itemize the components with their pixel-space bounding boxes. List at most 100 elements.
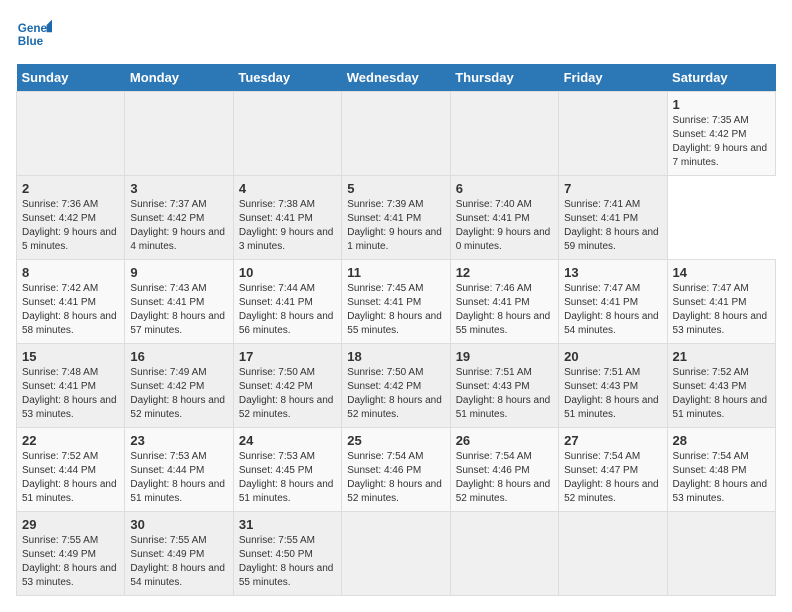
header-wednesday: Wednesday xyxy=(342,64,450,92)
day-info: Sunrise: 7:45 AMSunset: 4:41 PMDaylight:… xyxy=(347,282,444,338)
header-monday: Monday xyxy=(125,64,233,92)
day-number: 11 xyxy=(347,265,444,280)
calendar-cell xyxy=(450,512,558,596)
day-info: Sunrise: 7:54 AMSunset: 4:46 PMDaylight:… xyxy=(456,450,553,506)
day-info: Sunrise: 7:51 AMSunset: 4:43 PMDaylight:… xyxy=(564,366,661,422)
day-number: 28 xyxy=(673,433,770,448)
day-info: Sunrise: 7:49 AMSunset: 4:42 PMDaylight:… xyxy=(130,366,227,422)
day-number: 2 xyxy=(22,181,119,196)
day-number: 10 xyxy=(239,265,336,280)
svg-text:Blue: Blue xyxy=(18,35,44,48)
calendar-cell: 18 Sunrise: 7:50 AMSunset: 4:42 PMDayligh… xyxy=(342,344,450,428)
day-info: Sunrise: 7:54 AMSunset: 4:47 PMDaylight:… xyxy=(564,450,661,506)
calendar-cell: 26Sunrise: 7:54 AMSunset: 4:46 PMDayligh… xyxy=(450,428,558,512)
calendar-cell: 17Sunrise: 7:50 AMSunset: 4:42 PMDayligh… xyxy=(233,344,341,428)
day-info: Sunrise: 7:43 AMSunset: 4:41 PMDaylight:… xyxy=(130,282,227,338)
day-info: Sunrise: 7:40 AMSunset: 4:41 PMDaylight:… xyxy=(456,198,553,254)
day-info: Sunrise: 7:44 AMSunset: 4:41 PMDaylight:… xyxy=(239,282,336,338)
day-info: Sunrise: 7:55 AMSunset: 4:50 PMDaylight:… xyxy=(239,534,336,590)
day-number: 18 xyxy=(347,349,444,364)
day-number: 5 xyxy=(347,181,444,196)
calendar-cell: 21 Sunrise: 7:52 AMSunset: 4:43 PMDayligh… xyxy=(667,344,775,428)
calendar-cell: 3 Sunrise: 7:37 AMSunset: 4:42 PMDaylight… xyxy=(125,176,233,260)
calendar-cell: 6Sunrise: 7:40 AMSunset: 4:41 PMDaylight… xyxy=(450,176,558,260)
calendar-cell xyxy=(667,512,775,596)
calendar-cell: 13Sunrise: 7:47 AMSunset: 4:41 PMDayligh… xyxy=(559,260,667,344)
calendar-cell: 9 Sunrise: 7:43 AMSunset: 4:41 PMDaylight… xyxy=(125,260,233,344)
calendar-cell: 24 Sunrise: 7:53 AMSunset: 4:45 PMDayligh… xyxy=(233,428,341,512)
day-info: Sunrise: 7:50 AMSunset: 4:42 PMDaylight:… xyxy=(347,366,444,422)
day-number: 24 xyxy=(239,433,336,448)
day-info: Sunrise: 7:51 AMSunset: 4:43 PMDaylight:… xyxy=(456,366,553,422)
week-row-5: 29 Sunrise: 7:55 AMSunset: 4:49 PMDayligh… xyxy=(17,512,776,596)
day-info: Sunrise: 7:54 AMSunset: 4:48 PMDaylight:… xyxy=(673,450,770,506)
day-number: 9 xyxy=(130,265,227,280)
day-info: Sunrise: 7:52 AMSunset: 4:44 PMDaylight:… xyxy=(22,450,119,506)
day-number: 29 xyxy=(22,517,119,532)
calendar-cell: 27Sunrise: 7:54 AMSunset: 4:47 PMDayligh… xyxy=(559,428,667,512)
day-info: Sunrise: 7:52 AMSunset: 4:43 PMDaylight:… xyxy=(673,366,770,422)
day-number: 14 xyxy=(673,265,770,280)
calendar-cell xyxy=(233,92,341,176)
calendar-cell: 2 Sunrise: 7:36 AMSunset: 4:42 PMDaylight… xyxy=(17,176,125,260)
day-info: Sunrise: 7:48 AMSunset: 4:41 PMDaylight:… xyxy=(22,366,119,422)
header-thursday: Thursday xyxy=(450,64,558,92)
header-saturday: Saturday xyxy=(667,64,775,92)
day-number: 17 xyxy=(239,349,336,364)
day-number: 13 xyxy=(564,265,661,280)
day-info: Sunrise: 7:38 AMSunset: 4:41 PMDaylight:… xyxy=(239,198,336,254)
week-row-3: 15 Sunrise: 7:48 AMSunset: 4:41 PMDayligh… xyxy=(17,344,776,428)
day-number: 16 xyxy=(130,349,227,364)
calendar-cell: 1Sunrise: 7:35 AMSunset: 4:42 PMDaylight… xyxy=(667,92,775,176)
day-number: 4 xyxy=(239,181,336,196)
calendar-cell: 4 Sunrise: 7:38 AMSunset: 4:41 PMDaylight… xyxy=(233,176,341,260)
calendar-cell: 12Sunrise: 7:46 AMSunset: 4:41 PMDayligh… xyxy=(450,260,558,344)
calendar-table: SundayMondayTuesdayWednesdayThursdayFrid… xyxy=(16,64,776,596)
day-number: 19 xyxy=(456,349,553,364)
calendar-cell: 5 Sunrise: 7:39 AMSunset: 4:41 PMDaylight… xyxy=(342,176,450,260)
calendar-cell: 31Sunrise: 7:55 AMSunset: 4:50 PMDayligh… xyxy=(233,512,341,596)
calendar-cell xyxy=(450,92,558,176)
day-info: Sunrise: 7:36 AMSunset: 4:42 PMDaylight:… xyxy=(22,198,119,254)
header-friday: Friday xyxy=(559,64,667,92)
calendar-cell: 15 Sunrise: 7:48 AMSunset: 4:41 PMDayligh… xyxy=(17,344,125,428)
calendar-cell xyxy=(342,92,450,176)
calendar-cell xyxy=(17,92,125,176)
calendar-cell: 19 Sunrise: 7:51 AMSunset: 4:43 PMDayligh… xyxy=(450,344,558,428)
calendar-cell xyxy=(559,512,667,596)
day-info: Sunrise: 7:35 AMSunset: 4:42 PMDaylight:… xyxy=(673,114,770,170)
calendar-cell xyxy=(342,512,450,596)
week-row-4: 22Sunrise: 7:52 AMSunset: 4:44 PMDayligh… xyxy=(17,428,776,512)
calendar-cell: 7 Sunrise: 7:41 AMSunset: 4:41 PMDaylight… xyxy=(559,176,667,260)
calendar-cell: 30 Sunrise: 7:55 AMSunset: 4:49 PMDayligh… xyxy=(125,512,233,596)
calendar-cell: 25 Sunrise: 7:54 AMSunset: 4:46 PMDayligh… xyxy=(342,428,450,512)
calendar-cell: 29Sunrise: 7:55 AMSunset: 4:49 PMDayligh… xyxy=(17,512,125,596)
calendar-cell: 20 Sunrise: 7:51 AMSunset: 4:43 PMDayligh… xyxy=(559,344,667,428)
calendar-cell: 8Sunrise: 7:42 AMSunset: 4:41 PMDaylight… xyxy=(17,260,125,344)
day-number: 7 xyxy=(564,181,661,196)
calendar-cell: 23 Sunrise: 7:53 AMSunset: 4:44 PMDayligh… xyxy=(125,428,233,512)
day-number: 3 xyxy=(130,181,227,196)
day-info: Sunrise: 7:41 AMSunset: 4:41 PMDaylight:… xyxy=(564,198,661,254)
day-number: 15 xyxy=(22,349,119,364)
week-row-2: 8Sunrise: 7:42 AMSunset: 4:41 PMDaylight… xyxy=(17,260,776,344)
day-number: 23 xyxy=(130,433,227,448)
page-header: General Blue xyxy=(16,16,776,52)
header-sunday: Sunday xyxy=(17,64,125,92)
week-row-1: 2 Sunrise: 7:36 AMSunset: 4:42 PMDaylight… xyxy=(17,176,776,260)
logo-icon: General Blue xyxy=(16,16,52,52)
day-info: Sunrise: 7:53 AMSunset: 4:45 PMDaylight:… xyxy=(239,450,336,506)
day-info: Sunrise: 7:55 AMSunset: 4:49 PMDaylight:… xyxy=(130,534,227,590)
day-info: Sunrise: 7:54 AMSunset: 4:46 PMDaylight:… xyxy=(347,450,444,506)
day-number: 20 xyxy=(564,349,661,364)
week-row-0: 1Sunrise: 7:35 AMSunset: 4:42 PMDaylight… xyxy=(17,92,776,176)
day-number: 30 xyxy=(130,517,227,532)
day-number: 21 xyxy=(673,349,770,364)
day-info: Sunrise: 7:53 AMSunset: 4:44 PMDaylight:… xyxy=(130,450,227,506)
day-info: Sunrise: 7:37 AMSunset: 4:42 PMDaylight:… xyxy=(130,198,227,254)
day-number: 25 xyxy=(347,433,444,448)
day-info: Sunrise: 7:39 AMSunset: 4:41 PMDaylight:… xyxy=(347,198,444,254)
logo: General Blue xyxy=(16,16,58,52)
calendar-cell xyxy=(125,92,233,176)
calendar-cell: 16 Sunrise: 7:49 AMSunset: 4:42 PMDayligh… xyxy=(125,344,233,428)
